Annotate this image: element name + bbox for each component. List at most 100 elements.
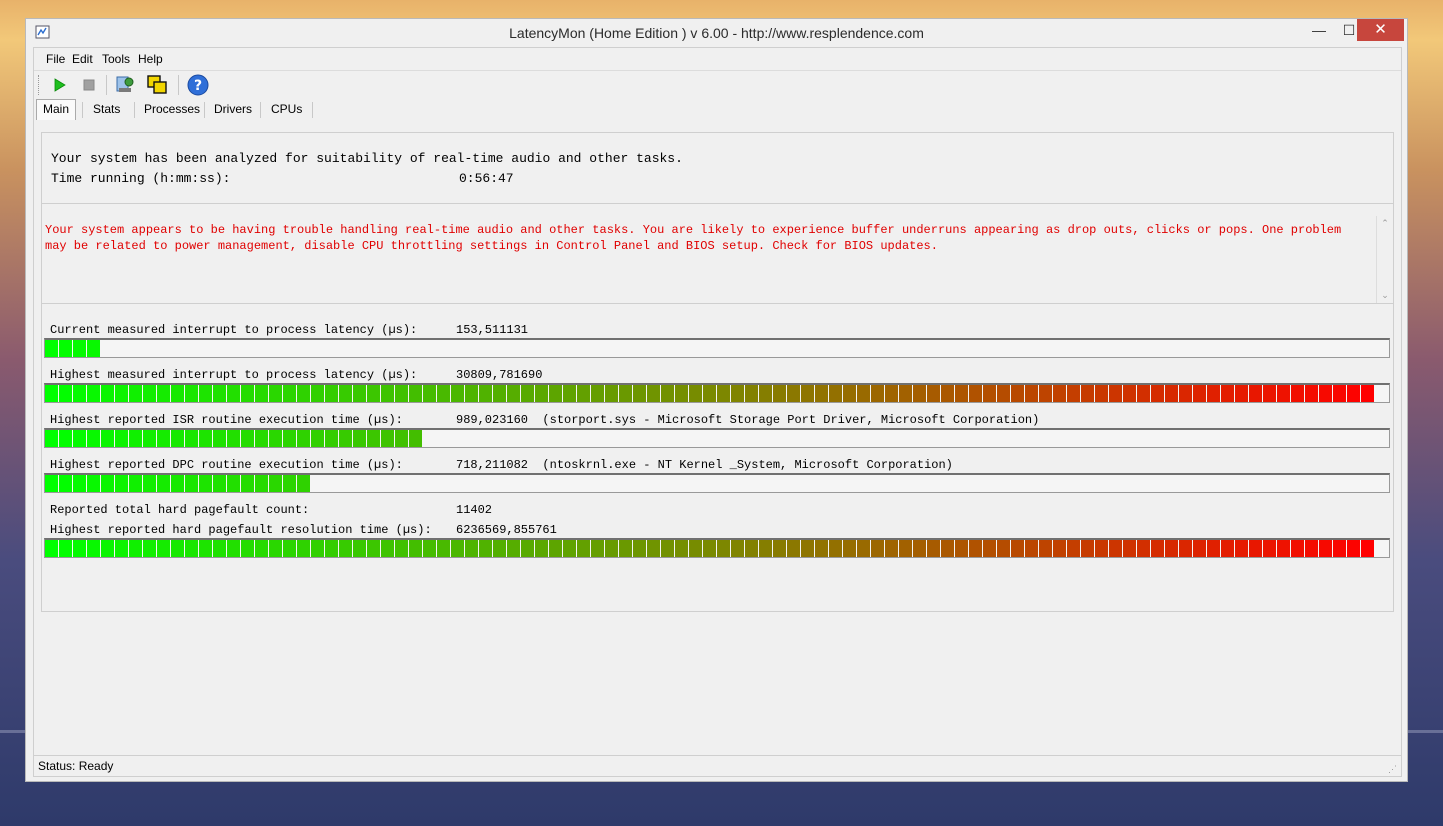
level-segment [423, 385, 436, 402]
play-icon[interactable] [48, 74, 70, 96]
level-segment [297, 385, 310, 402]
level-segment [941, 385, 954, 402]
resize-grip-icon[interactable]: ⋰ [1388, 764, 1398, 774]
tab-main[interactable]: Main [36, 99, 77, 120]
latencymon-window: LatencyMon (Home Edition ) v 6.00 - http… [25, 18, 1408, 782]
level-segment [703, 540, 716, 557]
level-segment [1263, 385, 1276, 402]
menu-help[interactable]: Help [138, 52, 163, 66]
level-segment [661, 385, 674, 402]
level-segment [465, 540, 478, 557]
level-segment [101, 540, 114, 557]
level-segment [549, 540, 562, 557]
close-button[interactable]: ✕ [1357, 19, 1404, 41]
level-segment [395, 430, 408, 447]
level-segment [619, 540, 632, 557]
tab-stats[interactable]: Stats [93, 100, 120, 118]
level-segment [927, 385, 940, 402]
level-meter [45, 540, 1374, 557]
bar-current-latency [44, 338, 1390, 358]
time-running-value: 0:56:47 [459, 171, 514, 186]
level-segment [1235, 540, 1248, 557]
level-segment [409, 430, 422, 447]
stop-icon[interactable] [78, 74, 100, 96]
conclusion-scrollbar[interactable]: ⌃ ⌄ [1376, 216, 1393, 303]
level-segment [717, 540, 730, 557]
menu-file[interactable]: File [46, 52, 65, 66]
level-segment [1081, 540, 1094, 557]
level-segment [87, 475, 100, 492]
scroll-down-icon[interactable]: ⌄ [1379, 290, 1391, 301]
level-segment [45, 540, 58, 557]
level-segment [885, 540, 898, 557]
toolbar-separator [178, 75, 179, 95]
level-segment [1151, 540, 1164, 557]
windows-icon[interactable] [146, 74, 168, 96]
level-segment [1193, 385, 1206, 402]
level-segment [759, 540, 772, 557]
level-segment [171, 540, 184, 557]
level-segment [227, 430, 240, 447]
level-segment [633, 540, 646, 557]
level-segment [87, 430, 100, 447]
status-bar: Status: Ready ⋰ [34, 755, 1401, 776]
metric-label-pagefault-count: Reported total hard pagefault count: [50, 503, 310, 517]
level-segment [1137, 540, 1150, 557]
level-segment [1319, 540, 1332, 557]
level-segment [1333, 385, 1346, 402]
level-segment [1193, 540, 1206, 557]
tab-drivers[interactable]: Drivers [214, 100, 252, 118]
level-segment [45, 385, 58, 402]
level-segment [1081, 385, 1094, 402]
level-segment [647, 385, 660, 402]
level-segment [1123, 385, 1136, 402]
level-segment [213, 385, 226, 402]
analysis-section: Your system has been analyzed for suitab… [42, 133, 1393, 204]
level-segment [1137, 385, 1150, 402]
conclusion-box[interactable]: Your system appears to be having trouble… [42, 216, 1393, 304]
title-bar[interactable]: LatencyMon (Home Edition ) v 6.00 - http… [26, 19, 1407, 47]
level-segment [1361, 385, 1374, 402]
level-segment [1151, 385, 1164, 402]
level-segment [297, 475, 310, 492]
tab-cpus[interactable]: CPUs [271, 100, 302, 118]
level-segment [535, 385, 548, 402]
level-segment [227, 385, 240, 402]
svg-text:?: ? [194, 78, 202, 94]
scroll-up-icon[interactable]: ⌃ [1379, 218, 1391, 229]
level-segment [745, 385, 758, 402]
menu-tools[interactable]: Tools [102, 52, 130, 66]
level-meter [45, 340, 100, 357]
tab-processes[interactable]: Processes [144, 100, 200, 118]
level-segment [1263, 540, 1276, 557]
level-segment [381, 540, 394, 557]
level-segment [703, 385, 716, 402]
level-segment [185, 540, 198, 557]
level-segment [157, 385, 170, 402]
level-segment [1053, 385, 1066, 402]
menu-edit[interactable]: Edit [72, 52, 93, 66]
analyze-icon[interactable] [114, 74, 136, 96]
level-segment [857, 540, 870, 557]
level-segment [829, 540, 842, 557]
level-meter [45, 475, 310, 492]
bar-dpc [44, 473, 1390, 493]
tab-separator [312, 102, 313, 118]
minimize-button[interactable]: — [1302, 19, 1336, 41]
help-icon[interactable]: ? [187, 74, 209, 96]
level-segment [745, 540, 758, 557]
level-segment [311, 430, 324, 447]
level-segment [843, 385, 856, 402]
level-segment [605, 385, 618, 402]
toolbar-grip[interactable] [38, 75, 41, 95]
level-segment [73, 385, 86, 402]
level-segment [339, 430, 352, 447]
level-segment [1011, 540, 1024, 557]
level-segment [521, 385, 534, 402]
level-segment [213, 475, 226, 492]
level-segment [1249, 385, 1262, 402]
level-segment [395, 385, 408, 402]
level-segment [577, 540, 590, 557]
level-segment [689, 385, 702, 402]
level-segment [1039, 385, 1052, 402]
